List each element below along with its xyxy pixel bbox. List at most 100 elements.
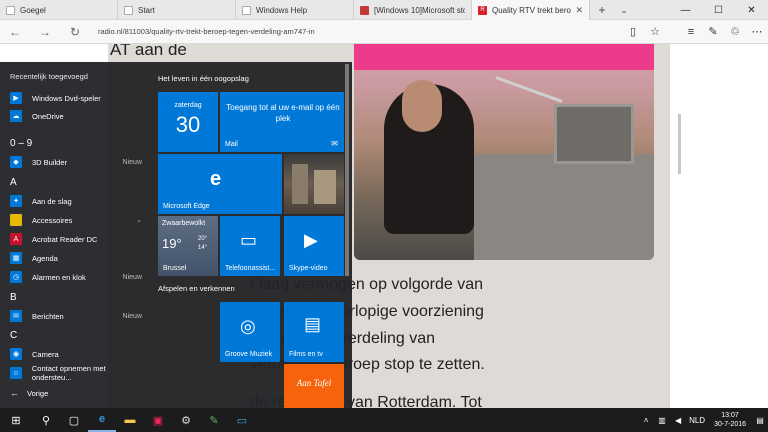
tile-calendar[interactable]: zaterdag 30: [158, 92, 218, 152]
tab-title: Quality RTV trekt beroep: [492, 5, 572, 15]
app-label: Aan de slag: [32, 196, 72, 206]
app-camera[interactable]: ◉ Camera: [10, 346, 146, 362]
file-explorer-icon[interactable]: ▬: [116, 408, 144, 432]
clock-time: 13:07: [721, 412, 739, 419]
minimize-button[interactable]: —: [669, 0, 702, 20]
site-logo-icon: R: [478, 5, 487, 15]
tile-weather[interactable]: Zwaarbewolkt 19° 20° 14° Brussel: [158, 216, 218, 276]
address-bar[interactable]: radio.nl/811003/quality-rtv-trekt-beroep…: [90, 27, 622, 36]
app-onedrive[interactable]: ☁ OneDrive: [10, 108, 146, 124]
music-disc-icon: ◎: [240, 316, 256, 336]
settings-gear-icon[interactable]: ⚙: [172, 408, 200, 432]
tile-films-tv[interactable]: ▤ Films en tv: [284, 302, 344, 362]
article-photo: [354, 44, 654, 260]
chevron-down-icon: ⌄: [136, 217, 142, 224]
back-button[interactable]: ← Vorige: [10, 388, 48, 398]
notifications-icon[interactable]: ▤: [752, 416, 768, 425]
reading-view-icon[interactable]: ▯: [622, 20, 644, 44]
window-controls: — ☐ ✕: [669, 0, 768, 20]
close-window-button[interactable]: ✕: [735, 0, 768, 20]
tab-windows10-forum[interactable]: [Windows 10]Microsoft stop: [354, 0, 472, 20]
tile-microsoft-edge[interactable]: e Microsoft Edge: [158, 154, 282, 214]
tile-label: Mail: [225, 141, 238, 148]
tile-mail[interactable]: Toegang tot al uw e-mail op één plek Mai…: [220, 92, 344, 152]
app-list: Recentelijk toegevoegd ▶ Windows Dvd-spe…: [0, 62, 150, 408]
show-tabs-button[interactable]: ⌄: [614, 0, 634, 20]
calendar-day: zaterdag: [174, 102, 202, 109]
weather-condition: Zwaarbewolkt: [162, 220, 206, 227]
article-heading: AT aan de: [110, 44, 187, 59]
app-windows-dvd-player[interactable]: ▶ Windows Dvd-speler: [10, 90, 146, 106]
share-icon[interactable]: ♲: [724, 20, 746, 44]
back-arrow-icon[interactable]: ←: [0, 20, 30, 44]
section-letter[interactable]: B: [10, 292, 17, 303]
tab-windows-help[interactable]: Windows Help: [236, 0, 354, 20]
input-language[interactable]: NLD: [686, 416, 708, 425]
tile-skype-video[interactable]: ▶ Skype-video: [284, 216, 344, 276]
document-icon: [242, 5, 251, 15]
phone-companion-icon: ▭: [240, 230, 258, 250]
maximize-button[interactable]: ☐: [702, 0, 735, 20]
tab-start[interactable]: Start: [118, 0, 236, 20]
app-accessoires[interactable]: Accessoires ⌄: [10, 212, 146, 228]
tab-title: Windows Help: [256, 5, 308, 15]
back-label: Vorige: [27, 388, 49, 398]
more-icon[interactable]: ⋯: [746, 20, 768, 44]
paint-icon[interactable]: ✎: [200, 408, 228, 432]
video-camera-icon: ▶: [304, 230, 318, 250]
favorite-star-icon[interactable]: ☆: [644, 20, 666, 44]
section-letter[interactable]: C: [10, 330, 17, 341]
new-badge: Nieuw: [122, 312, 142, 320]
remote-desktop-icon[interactable]: ▭: [228, 408, 256, 432]
windows-start-icon[interactable]: ⊞: [0, 408, 32, 432]
refresh-icon[interactable]: ↻: [60, 20, 90, 44]
hub-icon[interactable]: ≡: [680, 20, 702, 44]
person-icon: ☺: [10, 367, 22, 379]
weather-low: 14°: [198, 245, 208, 251]
search-icon[interactable]: ⚲: [32, 408, 60, 432]
tile-photos[interactable]: [284, 154, 344, 214]
edge-icon: e: [210, 168, 222, 190]
tab-goegel[interactable]: Goegel: [0, 0, 118, 20]
network-icon[interactable]: ▥: [654, 416, 670, 425]
edge-taskbar-icon[interactable]: e: [88, 408, 116, 432]
acrobat-icon: A: [10, 233, 22, 245]
volume-icon[interactable]: ◀: [670, 416, 686, 425]
tile-phone-companion[interactable]: ▭ Telefoonassist...: [220, 216, 280, 276]
app-3d-builder[interactable]: ◆ 3D Builder Nieuw: [10, 154, 146, 170]
app-label: Accessoires: [32, 215, 73, 225]
app-acrobat-reader[interactable]: A Acrobat Reader DC: [10, 231, 146, 247]
task-view-icon[interactable]: ▢: [60, 408, 88, 432]
app-label: Berichten: [32, 311, 64, 321]
forward-arrow-icon[interactable]: →: [30, 20, 60, 44]
tile-aan-tafel[interactable]: Aan Tafel: [284, 364, 344, 408]
clock-date: 30-7-2016: [714, 421, 746, 428]
builder-icon: ◆: [10, 156, 22, 168]
system-tray: ˄ ▥ ◀ NLD 13:07 30-7-2016 ▤: [638, 408, 768, 432]
tile-label: Films en tv: [289, 351, 323, 358]
section-letter[interactable]: 0 – 9: [10, 138, 32, 149]
clock[interactable]: 13:07 30-7-2016: [708, 411, 752, 429]
tab-quality-rtv[interactable]: R Quality RTV trekt beroep ✕: [472, 0, 590, 20]
group-header: Het leven in één oogopslag: [158, 74, 249, 83]
weather-city: Brussel: [163, 265, 187, 272]
app-label: Acrobat Reader DC: [32, 234, 98, 244]
web-note-icon[interactable]: ✎: [702, 20, 724, 44]
app-contact-support[interactable]: ☺ Contact opnemen met ondersteu...: [10, 364, 146, 382]
mail-text: Toegang tot al uw e-mail op één plek: [226, 103, 340, 123]
page-scrollbar[interactable]: [678, 114, 681, 174]
navigation-bar: ← → ↻ radio.nl/811003/quality-rtv-trekt-…: [0, 20, 768, 44]
app-berichten[interactable]: ✉ Berichten Nieuw: [10, 308, 146, 324]
app-alarmen-en-klok[interactable]: ◷ Alarmen en klok Nieuw: [10, 269, 146, 285]
store-icon[interactable]: ▣: [144, 408, 172, 432]
start-scrollbar[interactable]: [345, 64, 349, 276]
new-tab-button[interactable]: +: [590, 0, 614, 20]
app-label: Agenda: [32, 253, 58, 263]
close-tab-icon[interactable]: ✕: [575, 5, 583, 16]
app-agenda[interactable]: ▦ Agenda: [10, 250, 146, 266]
chevron-up-icon[interactable]: ˄: [638, 416, 654, 425]
tile-groove-music[interactable]: ◎ Groove Muziek: [220, 302, 280, 362]
section-letter[interactable]: A: [10, 177, 17, 188]
app-aan-de-slag[interactable]: ✦ Aan de slag: [10, 193, 146, 209]
camera-icon: ◉: [10, 348, 22, 360]
